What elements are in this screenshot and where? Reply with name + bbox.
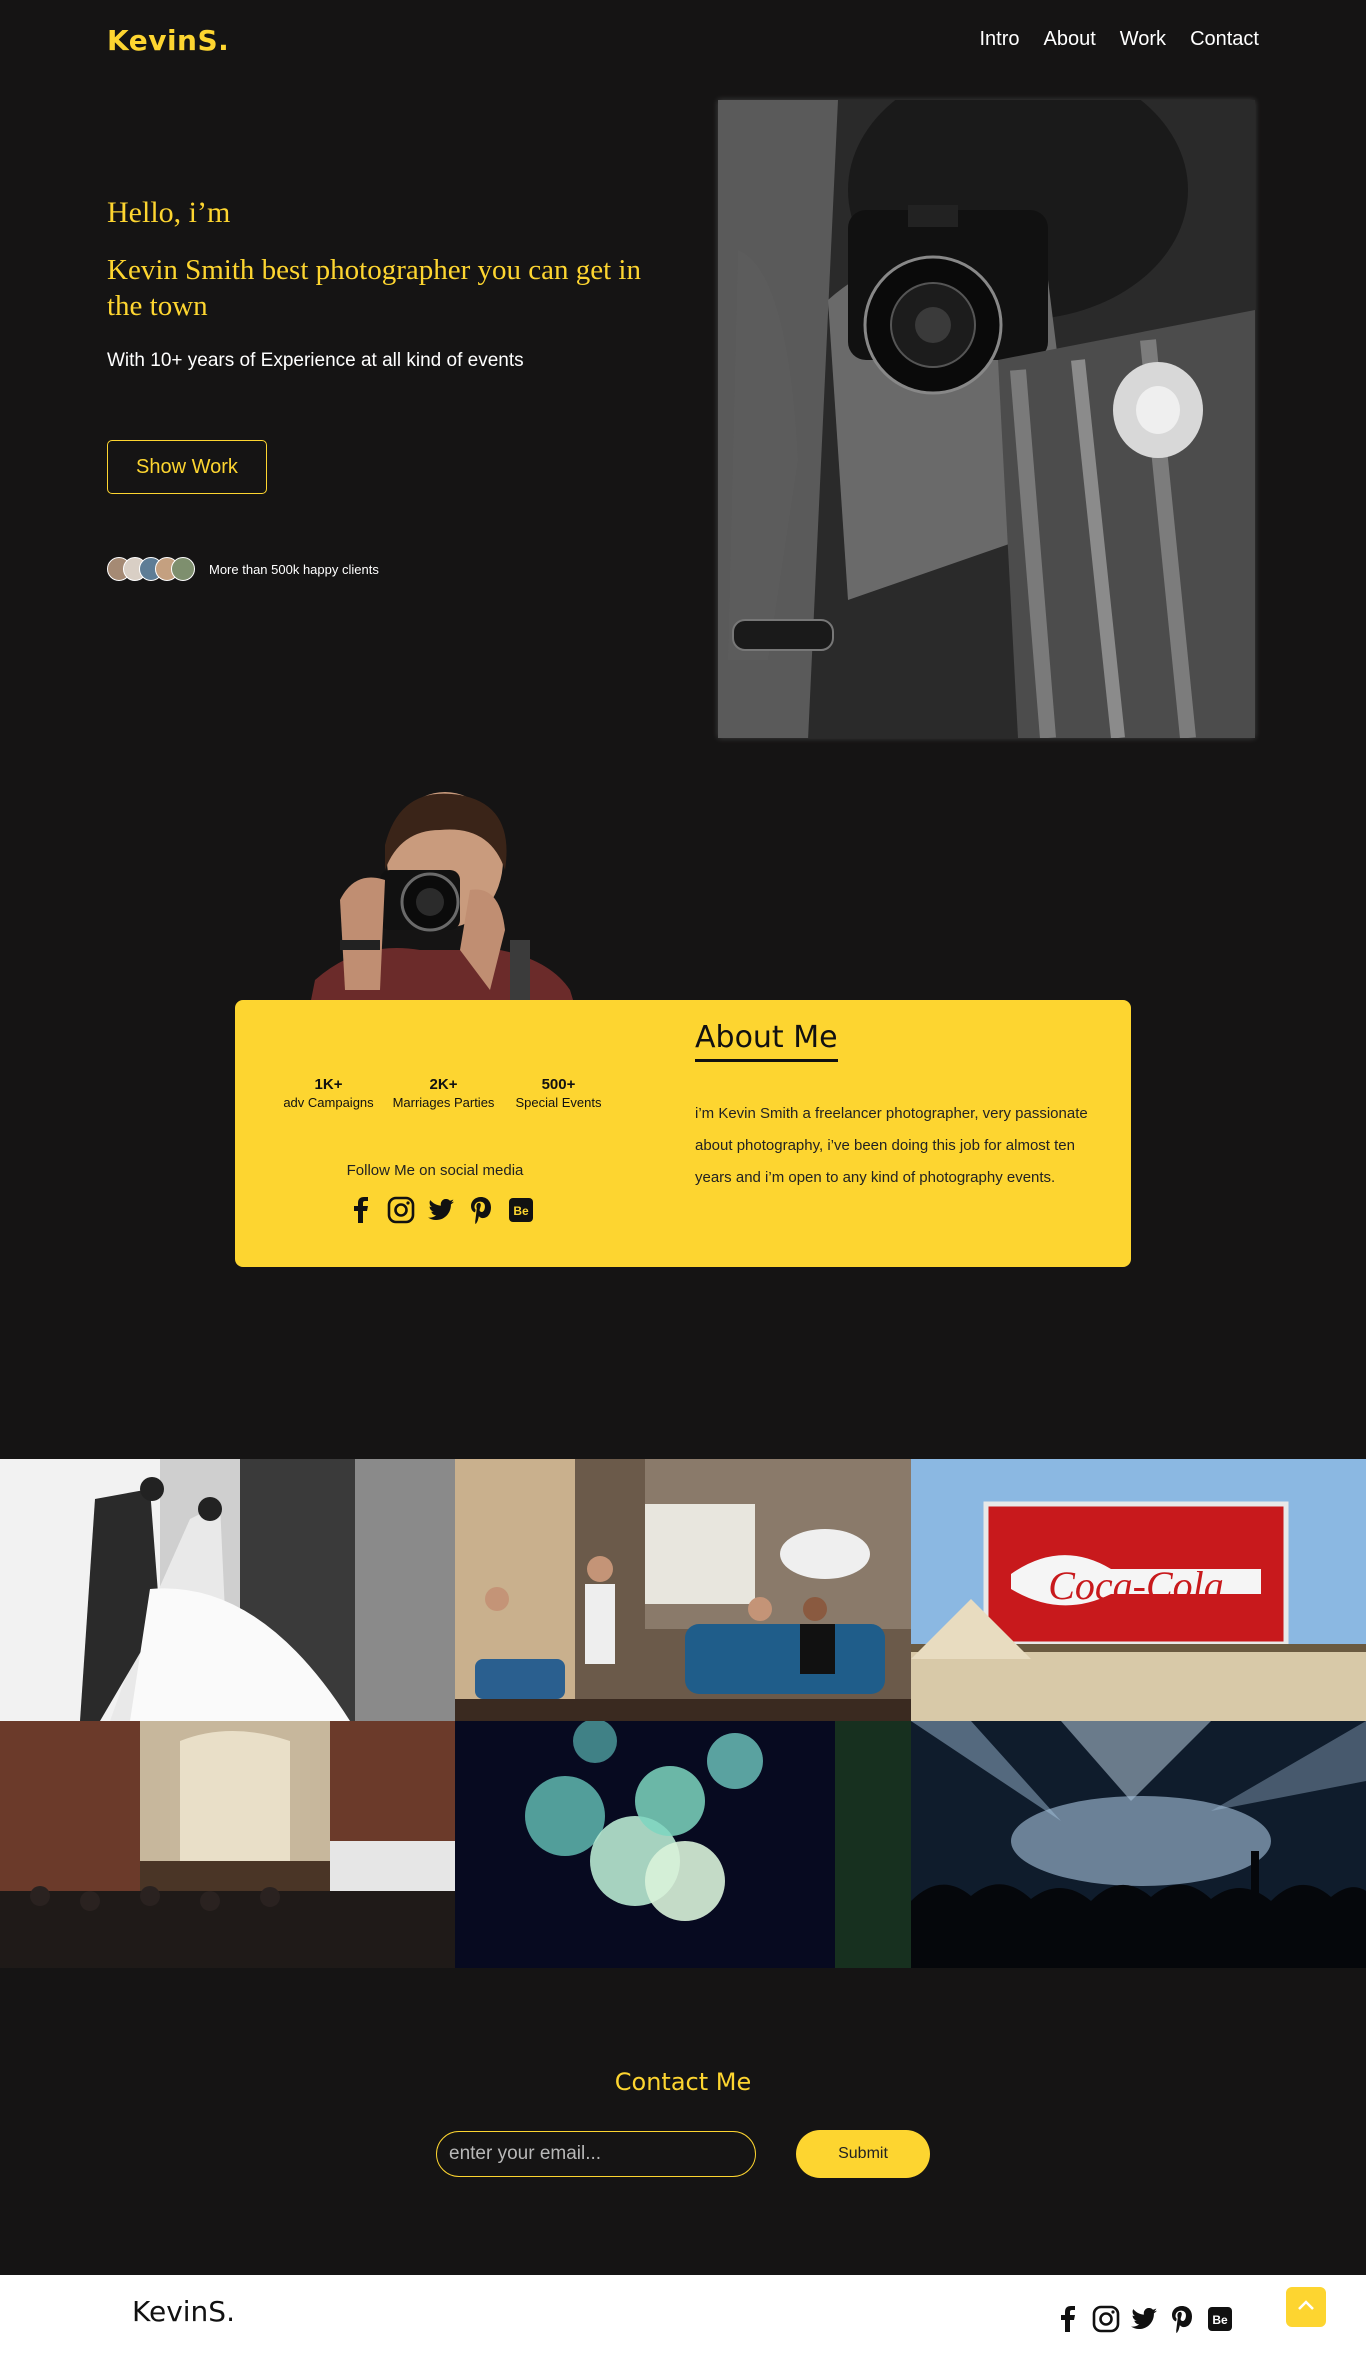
hero-subtitle: With 10+ years of Experience at all kind… [107, 350, 524, 371]
nav-link-about[interactable]: About [1043, 28, 1095, 51]
facebook-icon[interactable] [1054, 2305, 1082, 2333]
instagram-icon[interactable] [1092, 2305, 1120, 2333]
stat-label: Marriages Parties [392, 1095, 495, 1110]
footer-social-links: Be [1054, 2305, 1234, 2333]
stat-campaigns: 1K+ adv Campaigns [271, 1076, 386, 1110]
nav-link-intro[interactable]: Intro [979, 28, 1019, 51]
svg-text:Coca-Cola: Coca-Cola [1048, 1563, 1224, 1608]
facebook-icon[interactable] [347, 1196, 375, 1224]
svg-text:Be: Be [1212, 2313, 1228, 2327]
stats: 1K+ adv Campaigns 2K+ Marriages Parties … [271, 1076, 616, 1110]
stat-marriages: 2K+ Marriages Parties [386, 1076, 501, 1110]
gallery-image-concert[interactable] [911, 1721, 1366, 1968]
pinterest-icon[interactable] [1168, 2305, 1196, 2333]
scroll-to-top-button[interactable] [1286, 2287, 1326, 2327]
nav-link-work[interactable]: Work [1120, 28, 1166, 51]
instagram-icon[interactable] [387, 1196, 415, 1224]
stat-events: 500+ Special Events [501, 1076, 616, 1110]
contact-title: Contact Me [614, 2068, 752, 2096]
twitter-icon[interactable] [1130, 2305, 1158, 2333]
footer-logo[interactable]: KevinS. [132, 2295, 235, 2328]
stat-label: Special Events [515, 1095, 602, 1110]
about-card: 1K+ adv Campaigns 2K+ Marriages Parties … [235, 1000, 1131, 1267]
stat-label: adv Campaigns [283, 1095, 374, 1110]
top-navbar: KevinS. Intro About Work Contact [0, 0, 1366, 84]
twitter-icon[interactable] [427, 1196, 455, 1224]
client-avatars [107, 557, 195, 581]
about-social-links: Be [347, 1196, 535, 1224]
nav-link-contact[interactable]: Contact [1190, 28, 1259, 51]
svg-text:Be: Be [513, 1204, 529, 1218]
about-text: i’m Kevin Smith a freelancer photographe… [695, 1105, 1088, 1186]
follow-social-text: Follow Me on social media [346, 1162, 524, 1179]
clients-text: More than 500k happy clients [209, 561, 379, 577]
footer: KevinS. Be [0, 2275, 1366, 2359]
behance-icon[interactable]: Be [1206, 2305, 1234, 2333]
gallery-image-exhibition-hall[interactable] [0, 1701, 455, 1968]
hero-photographer-image [718, 100, 1255, 738]
pinterest-icon[interactable] [467, 1196, 495, 1224]
email-input[interactable] [436, 2131, 756, 2177]
happy-clients: More than 500k happy clients [107, 557, 379, 581]
show-work-button[interactable]: Show Work [107, 440, 267, 494]
stat-number: 500+ [541, 1076, 576, 1093]
behance-icon[interactable]: Be [507, 1196, 535, 1224]
chevron-up-icon [1297, 2298, 1315, 2316]
hero-greeting: Hello, i’m [107, 196, 231, 229]
stat-number: 2K+ [429, 1076, 458, 1093]
gallery-image-billboard[interactable]: Coca-Cola [911, 1459, 1366, 1721]
gallery-image-disco-balls[interactable] [455, 1719, 911, 1968]
work-gallery: Coca-Cola [0, 1459, 1366, 1968]
submit-button[interactable]: Submit [796, 2130, 930, 2178]
nav-links: Intro About Work Contact [979, 28, 1259, 51]
client-avatar [171, 557, 195, 581]
gallery-image-office-team[interactable] [455, 1459, 911, 1721]
hero-title: Kevin Smith best photographer you can ge… [107, 254, 641, 322]
logo[interactable]: KevinS. [107, 24, 229, 57]
about-title: About Me [695, 1020, 838, 1062]
stat-number: 1K+ [314, 1076, 343, 1093]
gallery-image-wedding[interactable] [0, 1459, 455, 1721]
